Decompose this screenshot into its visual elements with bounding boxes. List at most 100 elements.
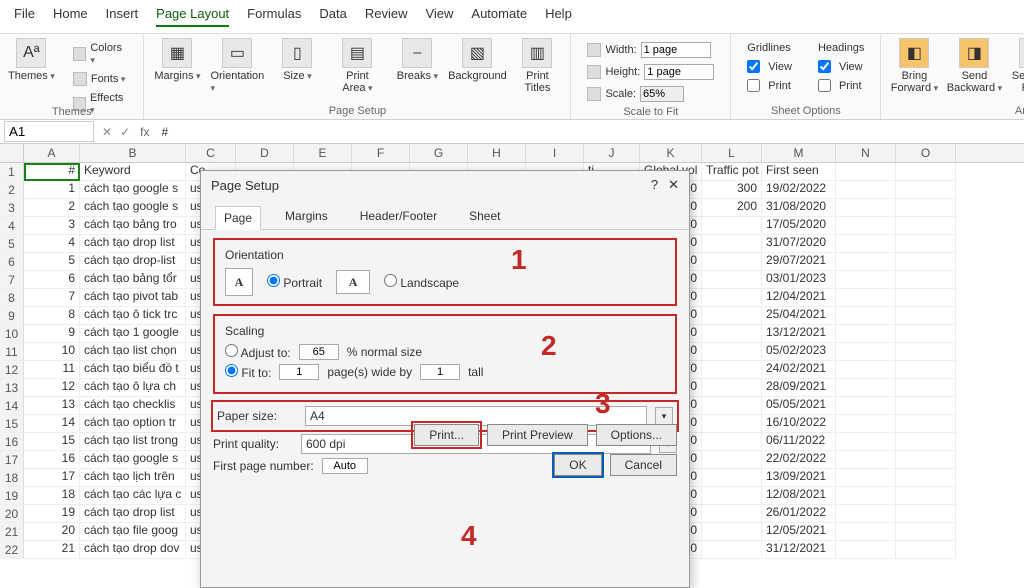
cell[interactable]: cách tạo lịch trên bbox=[80, 469, 186, 487]
cell[interactable]: 22/02/2022 bbox=[762, 451, 836, 469]
col-header-L[interactable]: L bbox=[702, 144, 762, 162]
cell[interactable]: 19/02/2022 bbox=[762, 181, 836, 199]
menu-insert[interactable]: Insert bbox=[106, 6, 139, 27]
cell[interactable] bbox=[702, 289, 762, 307]
printtitles-button[interactable]: ▥Print Titles bbox=[510, 38, 564, 94]
col-header-D[interactable]: D bbox=[236, 144, 294, 162]
cell[interactable]: 19 bbox=[24, 505, 80, 523]
row-header[interactable]: 7 bbox=[0, 271, 24, 289]
cell[interactable]: 28/09/2021 bbox=[762, 379, 836, 397]
cell[interactable]: cách tạo drop dov bbox=[80, 541, 186, 559]
cell[interactable] bbox=[836, 289, 896, 307]
tab-header-footer[interactable]: Header/Footer bbox=[352, 205, 445, 229]
fit-wide-value[interactable] bbox=[279, 364, 319, 380]
cell[interactable] bbox=[896, 235, 956, 253]
cancel-button[interactable]: Cancel bbox=[610, 454, 677, 476]
cell[interactable] bbox=[896, 289, 956, 307]
row-header[interactable]: 15 bbox=[0, 415, 24, 433]
headings-print-checkbox[interactable] bbox=[818, 79, 831, 92]
name-box[interactable] bbox=[4, 121, 94, 142]
gridlines-view-checkbox[interactable] bbox=[747, 60, 760, 73]
cell[interactable]: cách tạo 1 google bbox=[80, 325, 186, 343]
gridlines-print-checkbox[interactable] bbox=[747, 79, 760, 92]
cell[interactable] bbox=[896, 541, 956, 559]
options-button[interactable]: Options... bbox=[596, 424, 677, 446]
cell[interactable]: 2 bbox=[24, 199, 80, 217]
col-header-O[interactable]: O bbox=[896, 144, 956, 162]
cell[interactable] bbox=[836, 217, 896, 235]
cell[interactable] bbox=[896, 253, 956, 271]
tab-sheet[interactable]: Sheet bbox=[461, 205, 508, 229]
cancel-icon[interactable]: ✕ bbox=[98, 125, 116, 139]
fit-tall-value[interactable] bbox=[420, 364, 460, 380]
formula-input[interactable]: # bbox=[155, 123, 1024, 141]
row-header[interactable]: 6 bbox=[0, 253, 24, 271]
cell[interactable] bbox=[836, 397, 896, 415]
print-button[interactable]: Print... bbox=[414, 424, 479, 446]
cell[interactable] bbox=[836, 253, 896, 271]
cell[interactable] bbox=[896, 325, 956, 343]
cell[interactable]: cách tạo drop list bbox=[80, 235, 186, 253]
cell[interactable] bbox=[836, 415, 896, 433]
margins-button[interactable]: ▦Margins bbox=[150, 38, 204, 82]
cell[interactable] bbox=[702, 397, 762, 415]
cell[interactable] bbox=[836, 199, 896, 217]
cell[interactable] bbox=[836, 523, 896, 541]
headings-view-checkbox[interactable] bbox=[818, 60, 831, 73]
cell[interactable]: cách tạo option tr bbox=[80, 415, 186, 433]
menu-file[interactable]: File bbox=[14, 6, 35, 27]
col-header-E[interactable]: E bbox=[294, 144, 352, 162]
row-header[interactable]: 12 bbox=[0, 361, 24, 379]
cell[interactable]: 15 bbox=[24, 433, 80, 451]
cell[interactable]: # bbox=[24, 163, 80, 181]
cell[interactable] bbox=[836, 541, 896, 559]
cell[interactable]: cách tạo drop list bbox=[80, 505, 186, 523]
first-page-input[interactable] bbox=[322, 458, 368, 474]
col-header-B[interactable]: B bbox=[80, 144, 186, 162]
help-icon[interactable]: ? bbox=[651, 177, 658, 192]
cell[interactable] bbox=[702, 469, 762, 487]
landscape-radio[interactable]: Landscape bbox=[384, 274, 459, 290]
cell[interactable] bbox=[702, 433, 762, 451]
sendbackward-button[interactable]: ◨Send Backward bbox=[947, 38, 1001, 94]
col-header-I[interactable]: I bbox=[526, 144, 584, 162]
bringforward-button[interactable]: ◧Bring Forward bbox=[887, 38, 941, 94]
cell[interactable]: cách tạo google s bbox=[80, 181, 186, 199]
cell[interactable]: cách tạo list chọn bbox=[80, 343, 186, 361]
cell[interactable]: cách tạo bảng tro bbox=[80, 217, 186, 235]
cell[interactable]: 05/05/2021 bbox=[762, 397, 836, 415]
cell[interactable]: cách tạo checklis bbox=[80, 397, 186, 415]
menu-view[interactable]: View bbox=[425, 6, 453, 27]
cell[interactable]: cách tạo list trong bbox=[80, 433, 186, 451]
cell[interactable] bbox=[836, 433, 896, 451]
cell[interactable] bbox=[702, 415, 762, 433]
menu-formulas[interactable]: Formulas bbox=[247, 6, 301, 27]
colors-button[interactable]: Colors bbox=[69, 40, 132, 68]
cell[interactable]: cách tạo bảng tổr bbox=[80, 271, 186, 289]
menu-home[interactable]: Home bbox=[53, 6, 88, 27]
cell[interactable]: Traffic pot bbox=[702, 163, 762, 181]
portrait-radio[interactable]: Portrait bbox=[267, 274, 322, 290]
cell[interactable]: 12/08/2021 bbox=[762, 487, 836, 505]
cell[interactable] bbox=[896, 181, 956, 199]
cell[interactable]: 12/04/2021 bbox=[762, 289, 836, 307]
enter-icon[interactable]: ✓ bbox=[116, 125, 134, 139]
col-header-M[interactable]: M bbox=[762, 144, 836, 162]
cell[interactable]: Keyword bbox=[80, 163, 186, 181]
cell[interactable] bbox=[702, 487, 762, 505]
height-select[interactable] bbox=[644, 64, 714, 80]
col-header-A[interactable]: A bbox=[24, 144, 80, 162]
cell[interactable]: cách tạo google s bbox=[80, 199, 186, 217]
cell[interactable] bbox=[896, 163, 956, 181]
row-header[interactable]: 10 bbox=[0, 325, 24, 343]
cell[interactable] bbox=[702, 541, 762, 559]
cell[interactable]: 25/04/2021 bbox=[762, 307, 836, 325]
menu-page-layout[interactable]: Page Layout bbox=[156, 6, 229, 27]
fonts-button[interactable]: Fonts bbox=[69, 70, 132, 88]
cell[interactable] bbox=[896, 469, 956, 487]
print-preview-button[interactable]: Print Preview bbox=[487, 424, 588, 446]
cell[interactable] bbox=[896, 397, 956, 415]
cell[interactable] bbox=[896, 217, 956, 235]
row-header[interactable]: 19 bbox=[0, 487, 24, 505]
cell[interactable]: 13/09/2021 bbox=[762, 469, 836, 487]
